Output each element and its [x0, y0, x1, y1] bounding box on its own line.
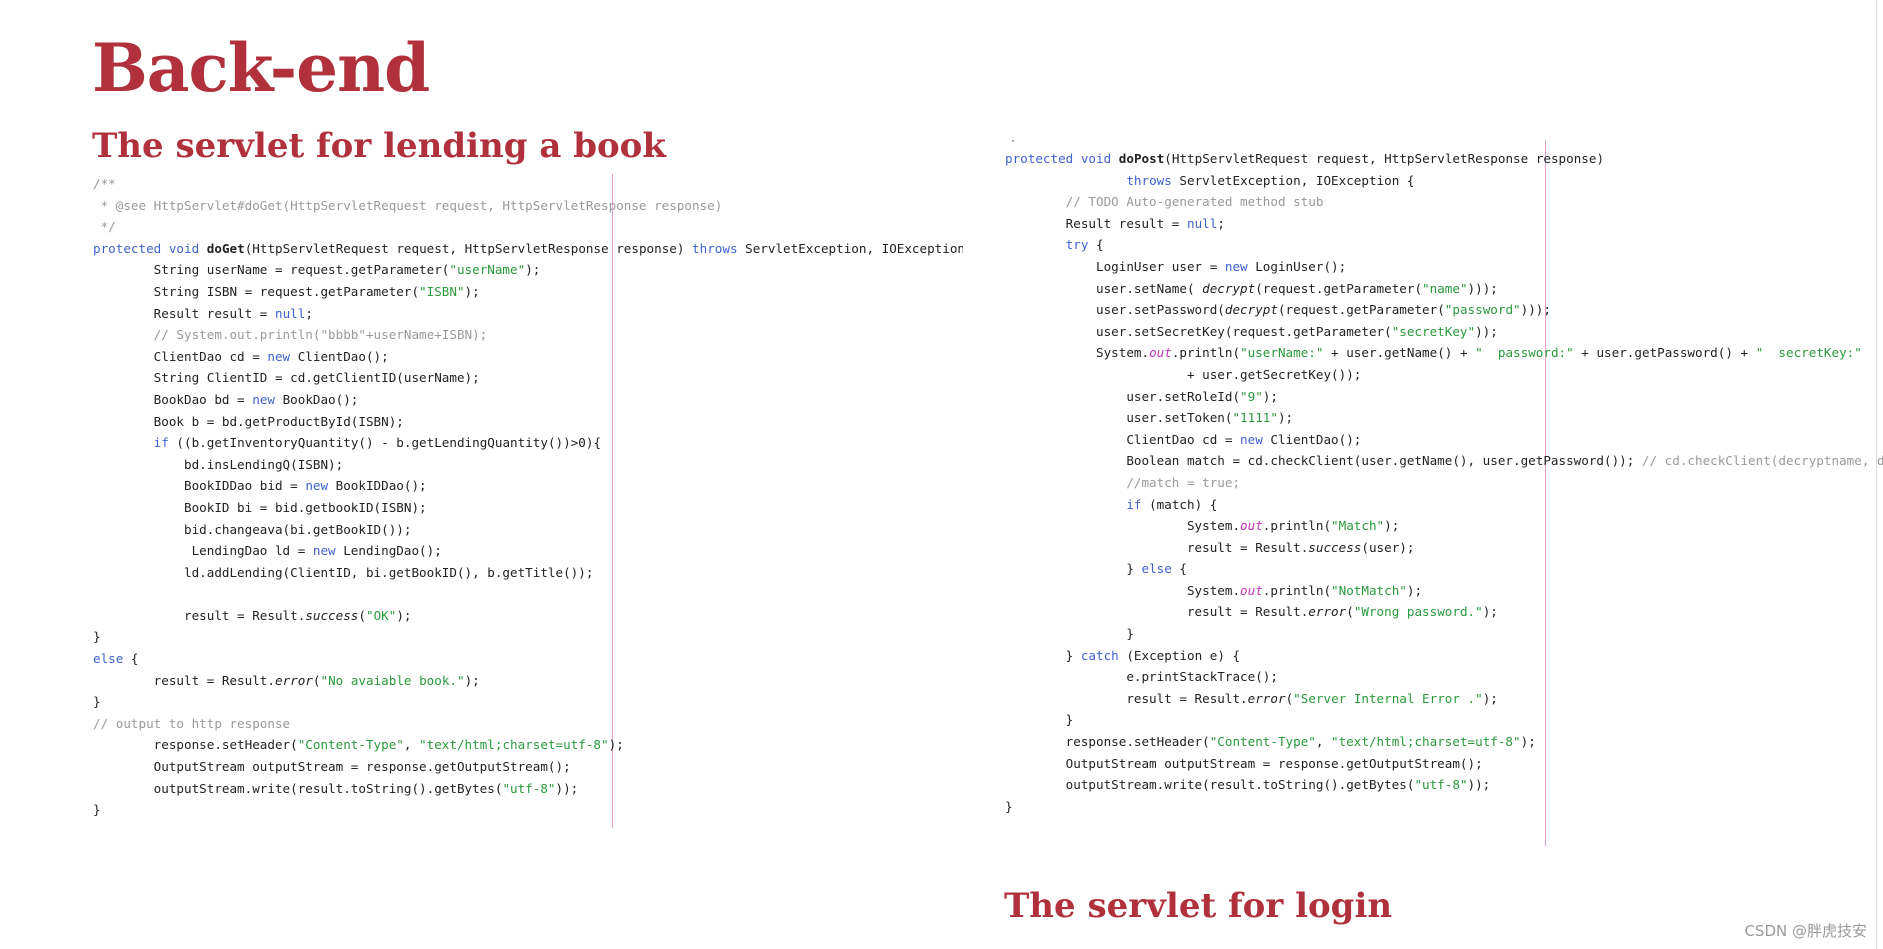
code-line: System.out.println("Match"); [1005, 518, 1400, 534]
code-line: ClientDao cd = new ClientDao(); [1005, 431, 1362, 447]
code-line: //match = true; [1005, 474, 1241, 490]
code-line: ld.addLending(ClientID, bi.getBookID(), … [93, 564, 594, 580]
code-line: result = Result.error("Wrong password.")… [1005, 604, 1498, 620]
code-line: } catch (Exception e) { [1005, 647, 1241, 663]
code-line: } [1005, 626, 1134, 642]
code-line: LoginUser user = new LoginUser(); [1005, 258, 1347, 274]
code-line: String ISBN = request.getParameter("ISBN… [93, 283, 480, 299]
code-line: try { [1065, 237, 1104, 253]
code-line: /** [93, 176, 116, 191]
code-line: protected void doPost(HttpServletRequest… [1005, 151, 1605, 166]
code-line: response.setHeader("Content-Type", "text… [1005, 734, 1536, 750]
code-line: OutputStream outputStream = response.get… [1005, 755, 1483, 771]
page-title: Back-end [92, 29, 430, 107]
ruler-marker [1012, 140, 1014, 142]
code-line: } else { [1005, 561, 1187, 577]
code-line: // output to http response [93, 715, 291, 731]
code-line: */ [93, 219, 116, 235]
code-line: LendingDao ld = new LendingDao(); [93, 543, 442, 559]
code-line: String userName = request.getParameter("… [93, 262, 541, 278]
code-line: + user.getSecretKey()); [1005, 366, 1362, 382]
code-line: Boolean match = cd.checkClient(user.getN… [1005, 453, 1883, 469]
code-line: throws ServletException, IOException { [1126, 172, 1415, 188]
code-line: result = Result.error("Server Internal E… [1005, 690, 1498, 706]
code-line: OutputStream outputStream = response.get… [93, 759, 571, 775]
code-line: System.out.println("NotMatch"); [1005, 582, 1423, 598]
code-line: outputStream.write(result.toString().get… [93, 780, 579, 796]
code-line: } [1005, 798, 1013, 814]
login-servlet-code: protected void doPost(HttpServletRequest… [1005, 148, 1883, 848]
code-line: user.setPassword(decrypt(request.getPara… [1005, 302, 1551, 318]
code-line: BookDao bd = new BookDao(); [93, 391, 359, 407]
code-line: outputStream.write(result.toString().get… [1005, 777, 1491, 793]
code-line: result = Result.success(user); [1005, 539, 1415, 555]
code-line: user.setRoleId("9"); [1005, 388, 1278, 404]
code-line: } [93, 629, 101, 645]
code-line: } [1005, 712, 1074, 728]
code-line: bd.insLendingQ(ISBN); [93, 456, 344, 472]
code-line: if (match) { [1126, 496, 1218, 512]
code-line: user.setSecretKey(request.getParameter("… [1005, 323, 1498, 339]
code-line: protected void doGet(HttpServletRequest … [93, 240, 963, 256]
code-line: ​ [93, 583, 963, 605]
code-line: String ClientID = cd.getClientID(userNam… [93, 370, 480, 386]
page-edge-divider [1876, 0, 1877, 949]
code-line: } [93, 694, 101, 710]
code-line: e.printStackTrace(); [1005, 669, 1278, 685]
code-line: Book b = bd.getProductById(ISBN); [93, 413, 404, 429]
code-line: Result result = null; [1005, 215, 1225, 231]
code-line: user.setToken("1111"); [1005, 410, 1294, 426]
code-line: BookIDDao bid = new BookIDDao(); [93, 478, 427, 494]
code-line: System.out.println("userName:" + user.ge… [1005, 345, 1862, 361]
code-line: user.setName( decrypt(request.getParamet… [1005, 280, 1498, 296]
code-line: Result result = null; [93, 305, 313, 321]
watermark: CSDN @胖虎技安 [1744, 922, 1867, 940]
lending-servlet-code: /** * @see HttpServlet#doGet(HttpServlet… [93, 173, 963, 823]
code-line: BookID bi = bid.getbookID(ISBN); [93, 499, 427, 515]
code-line: * @see HttpServlet#doGet(HttpServletRequ… [93, 197, 723, 213]
code-line: response.setHeader("Content-Type", "text… [93, 737, 624, 753]
code-line: if ((b.getInventoryQuantity() - b.getLen… [153, 435, 602, 451]
lending-servlet-title: The servlet for lending a book [92, 126, 666, 166]
code-line: result = Result.error("No avaiable book.… [93, 672, 480, 688]
login-servlet-title: The servlet for login [1004, 886, 1393, 926]
code-line: result = Result.success("OK"); [93, 607, 412, 623]
code-line: } [93, 802, 101, 818]
code-line: ClientDao cd = new ClientDao(); [93, 348, 389, 364]
code-line: // System.out.println("bbbb"+userName+IS… [93, 327, 488, 343]
code-line: // TODO Auto-generated method stub [1005, 194, 1324, 210]
code-line: else { [93, 651, 139, 667]
code-line: bid.changeava(bi.getBookID()); [93, 521, 412, 537]
